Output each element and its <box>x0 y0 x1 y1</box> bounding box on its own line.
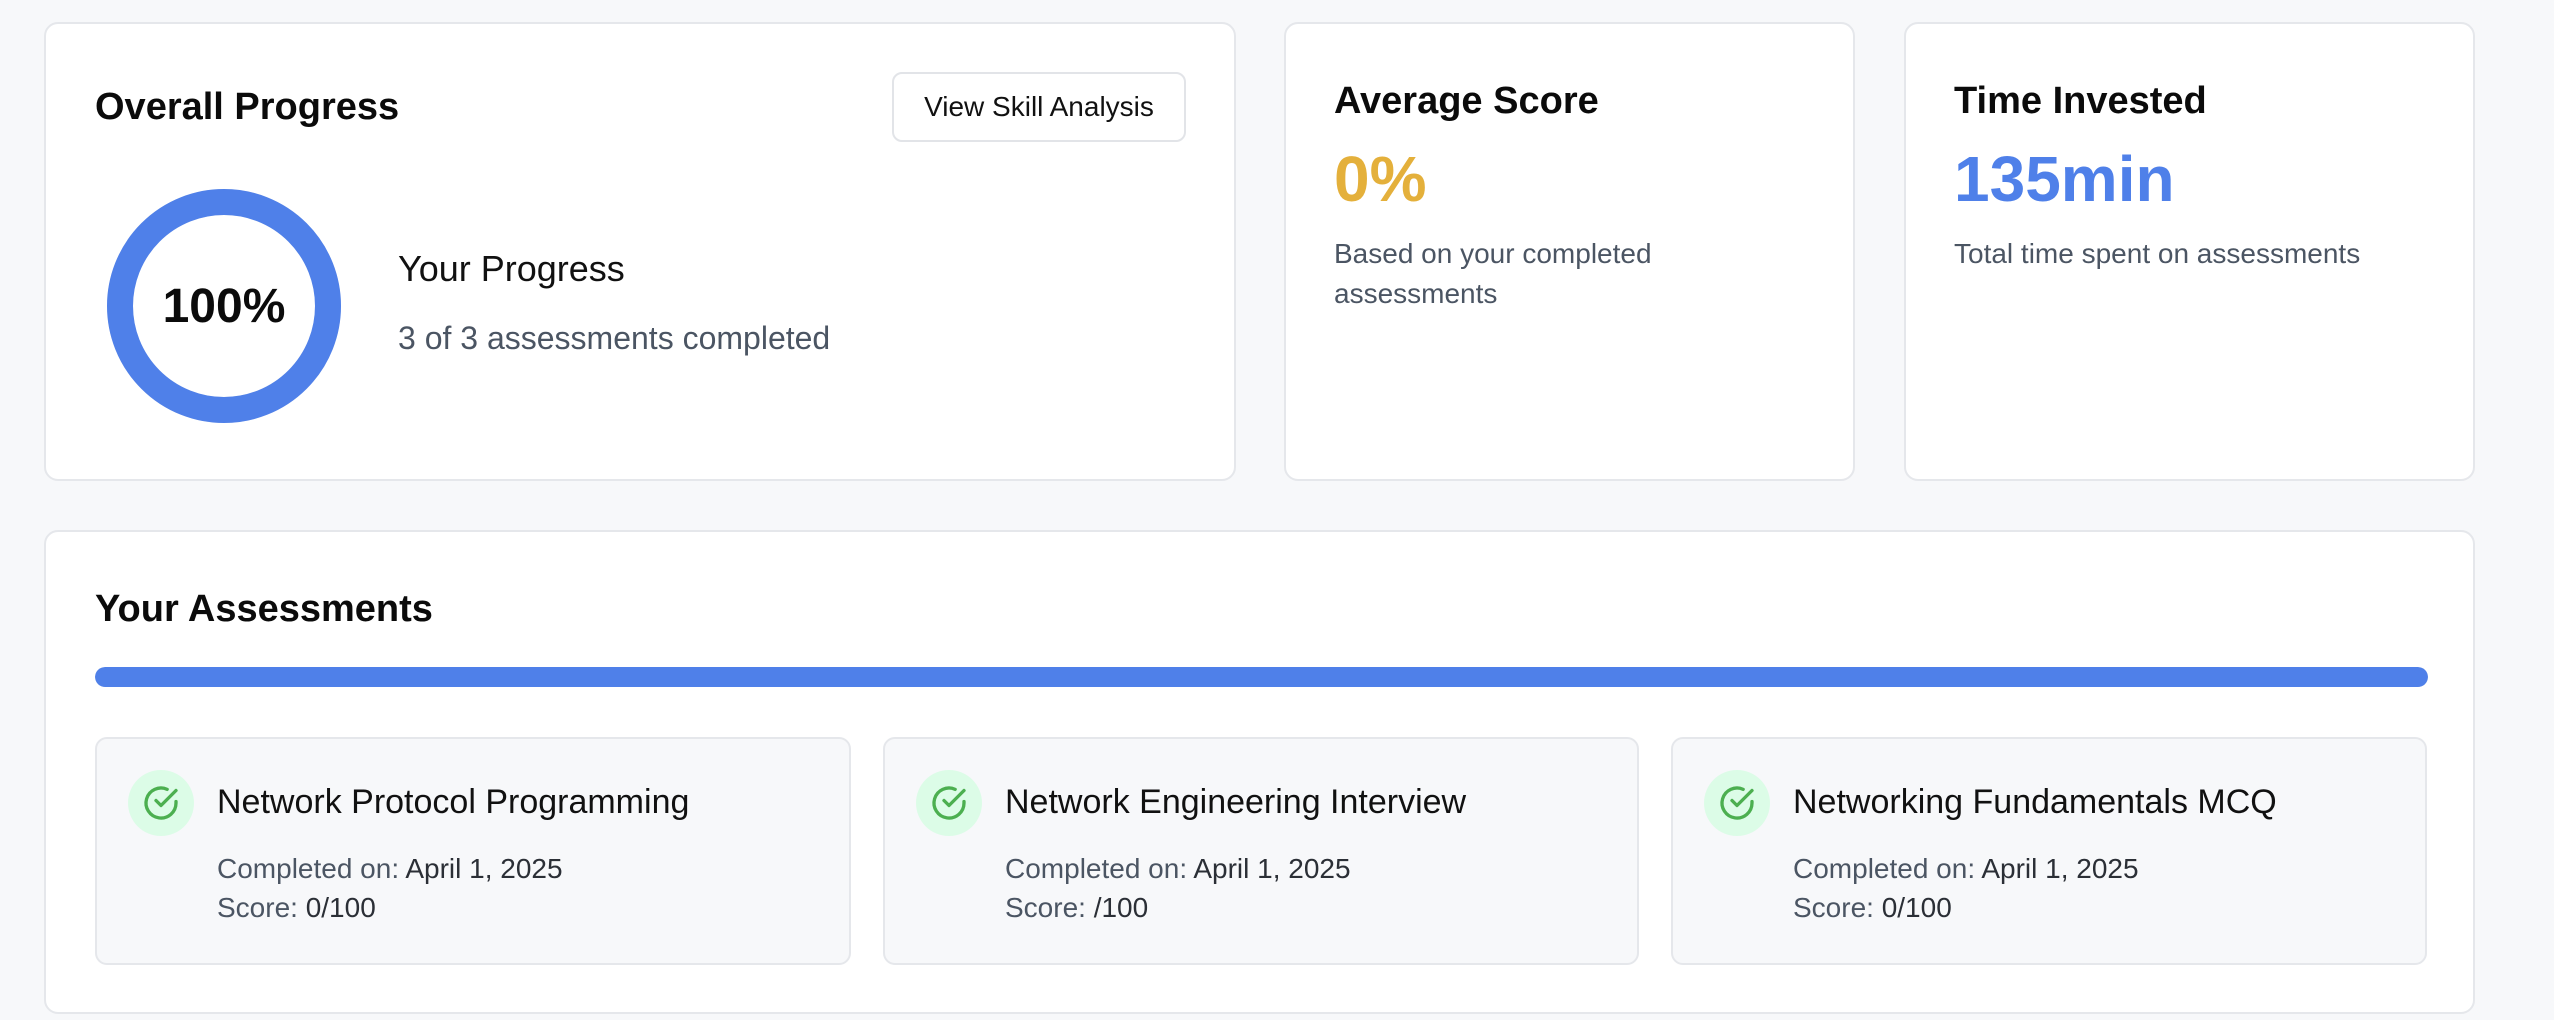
average-score-description: Based on your completed assessments <box>1334 238 1652 309</box>
assessments-progress-fill <box>95 667 2428 687</box>
time-invested-card: Time Invested 135min Total time spent on… <box>1904 22 2475 481</box>
assessment-name: Networking Fundamentals MCQ <box>1793 783 2277 821</box>
score-label: Score: <box>1793 892 1882 923</box>
completed-date: April 1, 2025 <box>1981 853 2139 884</box>
your-progress-heading: Your Progress <box>398 248 625 289</box>
completed-label: Completed on: <box>217 853 406 884</box>
time-invested-title: Time Invested <box>1954 80 2207 122</box>
completed-label: Completed on: <box>1005 853 1194 884</box>
assessment-name: Network Protocol Programming <box>217 783 690 821</box>
score-value: 0/100 <box>305 892 376 923</box>
score-value: /100 <box>1093 892 1149 923</box>
score-value: 0/100 <box>1881 892 1952 923</box>
check-circle-icon <box>128 770 194 836</box>
assessment-completed-line: Completed on: April 1, 2025 <box>1005 853 1351 885</box>
assessment-item-network-engineering-interview[interactable]: Network Engineering Interview Completed … <box>883 737 1639 965</box>
assessment-score-line: Score: 0/100 <box>1793 892 1952 924</box>
average-score-value: 0% <box>1334 143 1427 215</box>
average-score-title: Average Score <box>1334 80 1599 122</box>
view-skill-analysis-button[interactable]: View Skill Analysis <box>892 72 1186 142</box>
assessment-completed-line: Completed on: April 1, 2025 <box>217 853 563 885</box>
overall-progress-title: Overall Progress <box>95 86 400 128</box>
time-invested-value: 135min <box>1954 143 2175 215</box>
assessment-name: Network Engineering Interview <box>1005 783 1467 821</box>
progress-ring: 100% <box>106 188 342 424</box>
check-circle-icon <box>1704 770 1770 836</box>
check-circle-icon <box>916 770 982 836</box>
completed-date: April 1, 2025 <box>405 853 563 884</box>
completed-label: Completed on: <box>1793 853 1982 884</box>
completed-date: April 1, 2025 <box>1193 853 1351 884</box>
assessments-completed-text: 3 of 3 assessments completed <box>398 320 831 356</box>
assessment-item-network-protocol-programming[interactable]: Network Protocol Programming Completed o… <box>95 737 851 965</box>
score-label: Score: <box>1005 892 1094 923</box>
overall-progress-card: Overall Progress View Skill Analysis 100… <box>44 22 1236 481</box>
assessment-item-networking-fundamentals-mcq[interactable]: Networking Fundamentals MCQ Completed on… <box>1671 737 2427 965</box>
assessment-completed-line: Completed on: April 1, 2025 <box>1793 853 2139 885</box>
assessment-score-line: Score: 0/100 <box>217 892 376 924</box>
assessment-score-line: Score: /100 <box>1005 892 1148 924</box>
your-assessments-card: Your Assessments Network Protocol Progra… <box>44 530 2475 1014</box>
assessments-progress-bar <box>95 667 2428 687</box>
score-label: Score: <box>217 892 306 923</box>
time-invested-description: Total time spent on assessments <box>1954 238 2361 269</box>
average-score-card: Average Score 0% Based on your completed… <box>1284 22 1855 481</box>
your-assessments-title: Your Assessments <box>95 588 433 630</box>
progress-percent-label: 100% <box>162 279 286 333</box>
